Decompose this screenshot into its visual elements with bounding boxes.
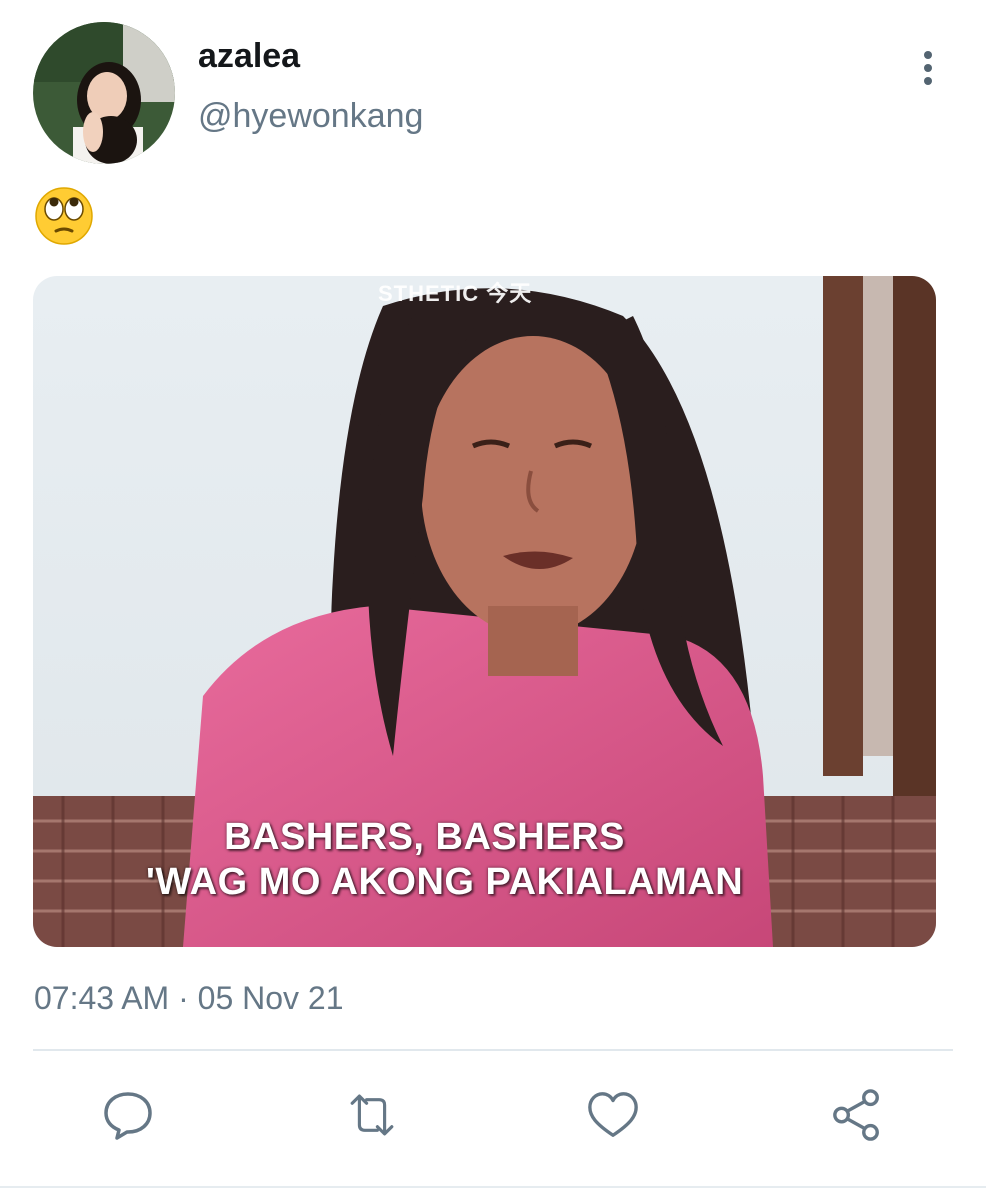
divider: [33, 1049, 953, 1051]
video-caption-line-2: 'WAG MO AKONG PAKIALAMAN: [145, 861, 744, 903]
display-name[interactable]: azalea: [198, 36, 300, 76]
tweet-timestamp: 07:43 AM · 05 Nov 21: [34, 980, 344, 1016]
retweet-button[interactable]: [345, 1088, 399, 1142]
speech-bubble-icon: [104, 1092, 152, 1140]
share-button[interactable]: [830, 1088, 884, 1142]
profile-photo-icon: [33, 22, 175, 164]
avatar[interactable]: [33, 22, 175, 164]
share-icon: [833, 1089, 879, 1141]
reply-button[interactable]: [101, 1088, 155, 1142]
tweet-text: [34, 186, 94, 246]
video-watermark: STHETIC 今天: [378, 281, 533, 306]
video-caption-line-1: BASHERS, BASHERS: [224, 816, 625, 858]
heart-icon: [588, 1092, 638, 1137]
tweet-media-image[interactable]: STHETIC 今天 BASHERS, BASHERS 'WAG MO AKON…: [33, 276, 936, 947]
more-options-button[interactable]: [908, 46, 948, 90]
face-with-rolling-eyes-emoji-icon: [35, 187, 93, 245]
bottom-divider: [0, 1186, 986, 1188]
retweet-icon: [350, 1094, 394, 1136]
more-vertical-icon: [924, 51, 932, 85]
like-button[interactable]: [586, 1088, 640, 1142]
user-handle[interactable]: @hyewonkang: [198, 96, 423, 136]
